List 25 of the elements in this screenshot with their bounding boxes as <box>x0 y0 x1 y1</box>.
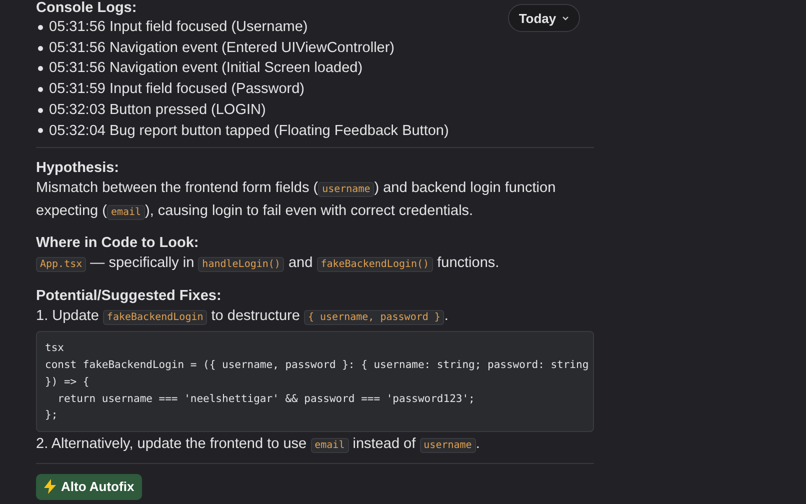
date-filter-dropdown[interactable]: Today <box>508 4 580 32</box>
bullet-icon <box>38 24 43 30</box>
log-entry: 05:32:04 Bug report button tapped (Floating Feedback Button) <box>49 122 449 141</box>
log-entry: 05:31:56 Navigation event (Initial Screen loaded) <box>49 59 363 78</box>
paragraph: 2. Alternatively, update the frontend to use email instead of username . <box>36 435 481 456</box>
bullet-icon <box>38 128 43 134</box>
log-entry: 05:32:03 Button pressed (LOGIN) <box>49 100 266 120</box>
section-heading: Hypothesis: <box>36 159 120 178</box>
bullet-icon <box>38 86 43 92</box>
lightning-icon <box>44 479 56 494</box>
section-heading: Where in Code to Look: <box>36 234 200 254</box>
bullet-icon <box>38 108 43 113</box>
log-entry: 05:31:59 Input field focused (Password) <box>49 80 305 100</box>
log-entry: 05:31:56 Input field focused (Username) <box>49 18 308 37</box>
paragraph: Mismatch between the frontend form fields ( username ) and backend login function expecting ( email ), causing login to fail even with correct credentials. <box>36 179 557 222</box>
section-heading: Potential/Suggested Fixes: <box>36 286 222 306</box>
bullet-icon <box>38 66 43 72</box>
autofix-button[interactable]: Alto Autofix <box>36 474 142 500</box>
log-entry: 05:31:56 Navigation event (Entered UIViewController) <box>49 38 395 58</box>
paragraph: 1. Update fakeBackendLogin to destructure { username, password } . <box>36 306 450 327</box>
paragraph: App.tsx — specifically in handleLogin() and fakeBackendLogin() functions. <box>36 253 594 276</box>
code-block: tsx const fakeBackendLogin = ({ username, password }: { username: string; password: string }) => { return username === 'neelshettigar' && password === 'password123'; }; <box>36 331 594 432</box>
bullet-icon <box>38 46 43 51</box>
section-heading: Console Logs: <box>36 0 138 17</box>
chevron-down-icon <box>562 16 570 20</box>
